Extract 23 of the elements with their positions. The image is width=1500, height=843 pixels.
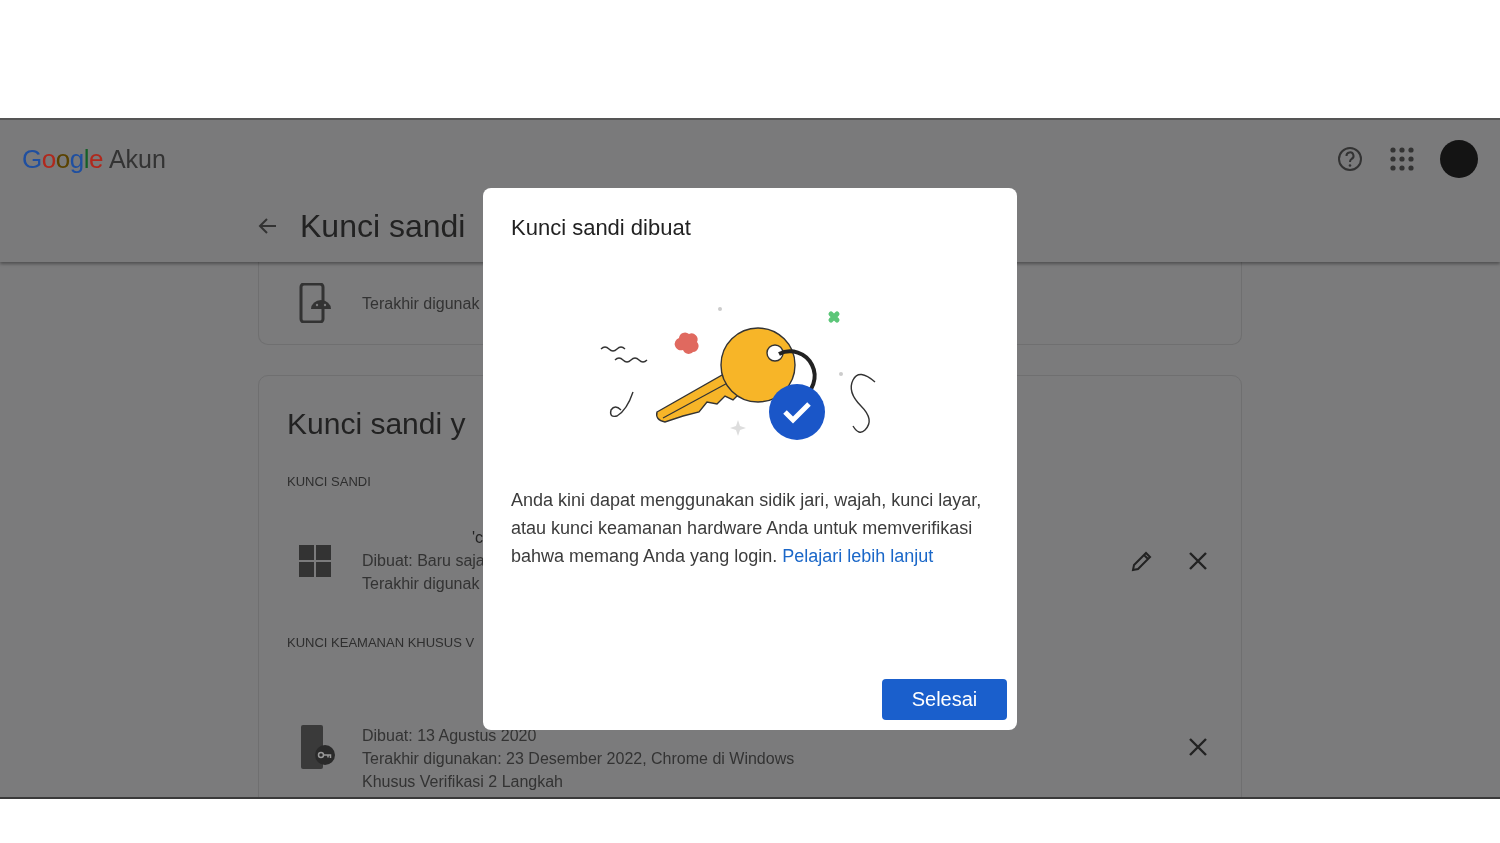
product-name: Akun [108,144,166,174]
dialog-title: Kunci sandi dibuat [511,214,692,242]
passkey-detail: Khusus Verifikasi 2 Langkah [362,772,563,792]
done-button[interactable]: Selesai [882,679,1007,720]
section-heading: KUNCI KEAMANAN KHUSUS V [287,635,476,651]
close-icon [1188,737,1208,757]
passkey-detail: Terakhir digunak [362,574,480,594]
android-phone-icon [299,283,333,323]
card-title: Kunci sandi y [287,406,467,442]
passkey-detail: Terakhir digunakan: 23 Desember 2022, Chrome di Windows [362,749,795,769]
help-icon[interactable] [1336,145,1364,173]
passkey-name: 'c [471,528,484,548]
apps-grid-icon[interactable] [1388,145,1416,173]
passkey-detail: Dibuat: Baru saja [362,551,485,571]
avatar[interactable] [1440,140,1478,178]
phone-key-icon [299,724,335,770]
passkey-detail: Terakhir digunak [362,293,480,314]
section-heading: KUNCI SANDI [287,474,372,490]
page-title: Kunci sandi [300,207,466,245]
close-icon [1188,550,1208,571]
dialog-message: Anda kini dapat menggunakan sidik jari, wajah, kunci layar, atau kunci keamanan hardware Anda untuk memverifikasi bahwa memang Anda yang login. Pelajari lebih lanjut [511,489,983,568]
windows-icon [299,544,331,577]
learn-more-link[interactable]: Pelajari lebih lanjut [782,546,934,566]
